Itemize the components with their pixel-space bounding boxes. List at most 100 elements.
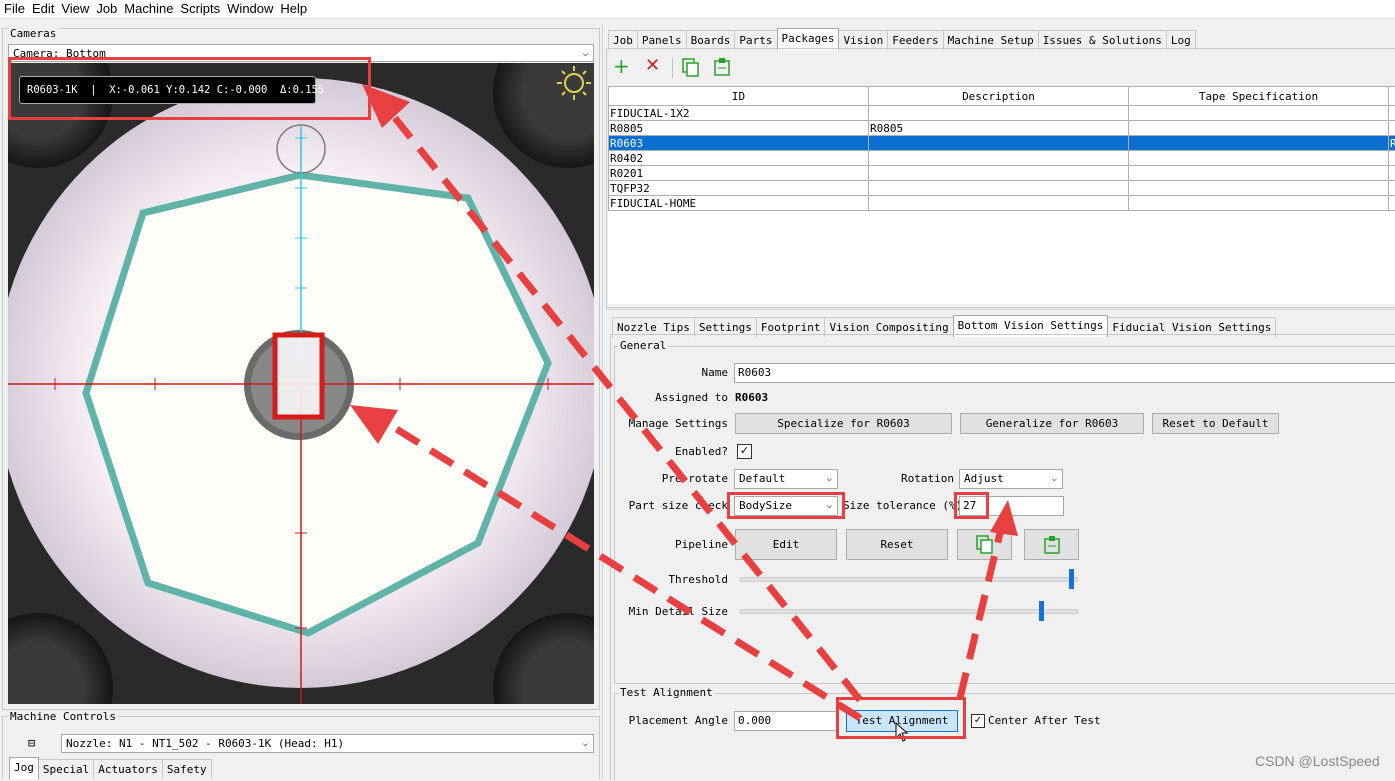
chevron-down-icon: ⌵ bbox=[583, 45, 588, 63]
menu-machine[interactable]: Machine bbox=[120, 0, 176, 16]
generalize-button[interactable]: Generalize for R0603 bbox=[960, 413, 1144, 434]
tab-panels[interactable]: Panels bbox=[637, 30, 687, 50]
threshold-slider-thumb[interactable] bbox=[1069, 569, 1074, 589]
cell-id: R0805 bbox=[609, 121, 869, 136]
rotation-select[interactable]: Adjust ⌵ bbox=[959, 469, 1063, 489]
tab-machine-setup[interactable]: Machine Setup bbox=[943, 30, 1039, 50]
tab-job[interactable]: Job bbox=[608, 30, 638, 50]
paste-icon bbox=[1043, 535, 1061, 555]
tab-parts[interactable]: Parts bbox=[734, 30, 777, 50]
chevron-down-icon: ⌵ bbox=[827, 470, 832, 488]
rotation-label: Rotation bbox=[870, 472, 954, 485]
table-row[interactable]: R0201 bbox=[609, 166, 1395, 181]
table-row[interactable]: R0402 bbox=[609, 151, 1395, 166]
chevron-down-icon: ⌵ bbox=[583, 735, 588, 753]
cameras-title: Cameras bbox=[8, 27, 58, 40]
cell-tape bbox=[1129, 136, 1389, 151]
tab-actuators[interactable]: Actuators bbox=[93, 759, 163, 779]
column-header-extra[interactable] bbox=[1389, 87, 1395, 106]
collapse-icon[interactable]: ⊟ bbox=[28, 736, 35, 750]
tab-log[interactable]: Log bbox=[1166, 30, 1196, 50]
table-row-selected[interactable]: R0603R bbox=[609, 136, 1395, 151]
manage-settings-label: Manage Settings bbox=[620, 417, 728, 430]
pipeline-reset-button[interactable]: Reset bbox=[846, 529, 948, 560]
prerotate-select[interactable]: Default ⌵ bbox=[734, 469, 838, 489]
enabled-checkbox[interactable]: ✓ bbox=[737, 444, 752, 459]
menu-view[interactable]: View bbox=[57, 0, 92, 16]
chevron-down-icon: ⌵ bbox=[1052, 470, 1057, 488]
cell-id: FIDUCIAL-HOME bbox=[609, 196, 869, 211]
reset-to-default-button[interactable]: Reset to Default bbox=[1152, 413, 1279, 434]
cell-id: FIDUCIAL-1X2 bbox=[609, 106, 869, 121]
copy-icon[interactable] bbox=[682, 58, 700, 78]
column-header-tape-spec[interactable]: Tape Specification bbox=[1129, 87, 1389, 106]
name-label: Name bbox=[620, 366, 728, 379]
table-row[interactable]: FIDUCIAL-HOME bbox=[609, 196, 1395, 211]
delete-icon[interactable]: ✕ bbox=[645, 56, 660, 76]
menu-window[interactable]: Window bbox=[223, 0, 276, 16]
cell-id: R0402 bbox=[609, 151, 869, 166]
cell-id: R0603 bbox=[609, 136, 869, 151]
specialize-button[interactable]: Specialize for R0603 bbox=[735, 413, 952, 434]
table-header: ID Description Tape Specification bbox=[609, 87, 1395, 106]
cell-description bbox=[869, 136, 1129, 151]
machine-controls-tabs: Jog Special Actuators Safety bbox=[9, 759, 211, 781]
add-icon[interactable]: + bbox=[613, 56, 630, 76]
paste-icon[interactable] bbox=[713, 57, 731, 77]
general-title: General bbox=[618, 339, 668, 352]
cell-tape bbox=[1129, 121, 1389, 136]
annotation-box-test-alignment bbox=[836, 697, 966, 739]
cell-tape bbox=[1129, 106, 1389, 121]
tab-packages[interactable]: Packages bbox=[777, 28, 840, 50]
column-header-id[interactable]: ID bbox=[609, 87, 869, 106]
prerotate-value: Default bbox=[739, 472, 785, 485]
prerotate-label: Pre-rotate bbox=[620, 472, 728, 485]
pipeline-edit-button[interactable]: Edit bbox=[735, 529, 837, 560]
camera-view[interactable]: R0603-1K | X:-0.061 Y:0.142 C:-0.000 Δ:0… bbox=[8, 63, 594, 704]
toolbar-separator bbox=[672, 58, 673, 78]
min-detail-size-slider-thumb[interactable] bbox=[1039, 601, 1044, 621]
tab-vision[interactable]: Vision bbox=[838, 30, 888, 50]
tab-jog[interactable]: Jog bbox=[9, 757, 39, 779]
tab-feeders[interactable]: Feeders bbox=[887, 30, 943, 50]
menu-help[interactable]: Help bbox=[276, 0, 310, 16]
threshold-label: Threshold bbox=[620, 573, 728, 586]
min-detail-size-slider[interactable] bbox=[740, 609, 1078, 614]
horizontal-splitter[interactable] bbox=[606, 309, 1395, 310]
enabled-label: Enabled? bbox=[620, 445, 728, 458]
part-bounding-box bbox=[275, 335, 322, 417]
tab-safety[interactable]: Safety bbox=[162, 759, 212, 779]
cell-description bbox=[869, 151, 1129, 166]
vertical-splitter[interactable] bbox=[602, 25, 603, 779]
menu-job[interactable]: Job bbox=[92, 0, 120, 16]
table-row[interactable]: R0805R0805 bbox=[609, 121, 1395, 136]
size-tolerance-label: Size tolerance (%) bbox=[843, 499, 954, 512]
tab-issues-solutions[interactable]: Issues & Solutions bbox=[1038, 30, 1167, 50]
packages-table: ID Description Tape Specification FIDUCI… bbox=[608, 86, 1395, 211]
annotation-box-readout bbox=[8, 57, 371, 120]
pipeline-paste-button[interactable] bbox=[1024, 529, 1079, 560]
pipeline-copy-button[interactable] bbox=[957, 529, 1012, 560]
tab-special[interactable]: Special bbox=[38, 759, 94, 779]
cell-description bbox=[869, 181, 1129, 196]
pipeline-label: Pipeline bbox=[620, 538, 728, 551]
table-row[interactable]: TQFP32 bbox=[609, 181, 1395, 196]
menu-edit[interactable]: Edit bbox=[28, 0, 57, 16]
nozzle-select[interactable]: Nozzle: N1 - NT1_502 - R0603-1K (Head: H… bbox=[61, 734, 594, 753]
cell-description bbox=[869, 106, 1129, 121]
menu-file[interactable]: File bbox=[0, 0, 28, 16]
placement-angle-field[interactable]: 0.000 bbox=[734, 711, 838, 731]
threshold-slider[interactable] bbox=[740, 577, 1078, 582]
tab-boards[interactable]: Boards bbox=[686, 30, 736, 50]
packages-table-container[interactable]: ID Description Tape Specification FIDUCI… bbox=[608, 86, 1395, 304]
name-field[interactable]: R0603 bbox=[734, 363, 1395, 383]
test-alignment-title: Test Alignment bbox=[618, 686, 715, 699]
menu-scripts[interactable]: Scripts bbox=[176, 0, 223, 16]
camera-image bbox=[8, 63, 594, 704]
table-row[interactable]: FIDUCIAL-1X2 bbox=[609, 106, 1395, 121]
column-header-description[interactable]: Description bbox=[869, 87, 1129, 106]
rotation-value: Adjust bbox=[964, 472, 1004, 485]
menu-bar: FileEditViewJobMachineScriptsWindowHelp bbox=[0, 0, 1395, 19]
cell-tape bbox=[1129, 196, 1389, 211]
center-after-test-checkbox[interactable]: ✓ bbox=[971, 714, 985, 728]
